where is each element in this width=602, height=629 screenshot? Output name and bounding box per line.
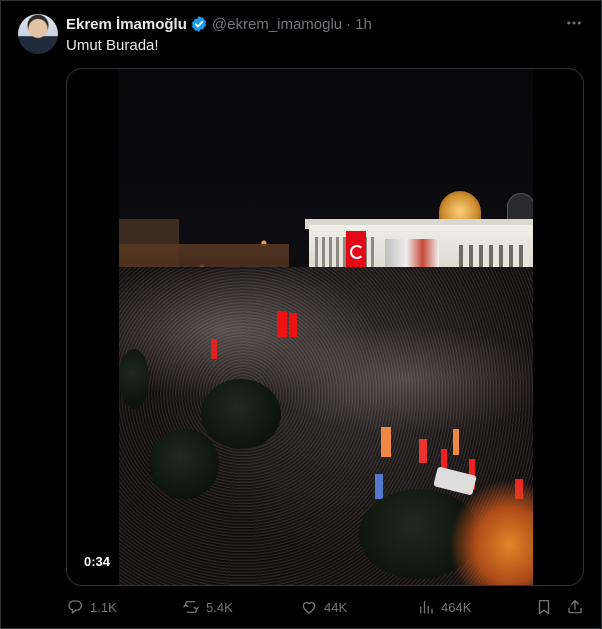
separator-dot: · <box>346 15 352 33</box>
like-icon <box>302 601 316 614</box>
like-count: 44K <box>324 599 348 615</box>
share-icon <box>568 599 582 614</box>
bookmark-button[interactable] <box>535 596 553 618</box>
video-player[interactable] <box>66 68 584 586</box>
action-bar: 1.1K 5.4K 44K 464K <box>66 596 584 618</box>
bookmark-icon <box>538 599 550 615</box>
user-handle[interactable]: @ekrem_imamoglu <box>212 16 342 33</box>
repost-button[interactable]: 5.4K <box>182 596 233 618</box>
verified-badge-icon <box>191 16 206 32</box>
views-icon <box>420 601 433 614</box>
views-button[interactable]: 464K <box>417 596 471 618</box>
like-button[interactable]: 44K <box>300 596 347 618</box>
video-duration: 0:34 <box>84 554 111 569</box>
repost-icon <box>183 601 199 613</box>
video-frame[interactable] <box>119 69 533 585</box>
view-count: 464K <box>441 599 472 615</box>
more-options-button[interactable] <box>563 14 585 34</box>
reply-count: 1.1K <box>90 599 117 615</box>
display-name[interactable]: Ekrem İmamoğlu <box>66 16 187 33</box>
post-time[interactable]: 1h <box>355 16 372 33</box>
reply-button[interactable]: 1.1K <box>66 596 117 618</box>
reply-icon <box>68 600 83 614</box>
more-horizontal-icon <box>567 21 581 25</box>
share-button[interactable] <box>566 596 584 618</box>
post-header: Ekrem İmamoğlu @ekrem_imamoglu · 1h <box>66 14 372 34</box>
avatar[interactable] <box>18 14 58 54</box>
repost-count: 5.4K <box>206 599 233 615</box>
post-text: Umut Burada! <box>66 37 159 54</box>
